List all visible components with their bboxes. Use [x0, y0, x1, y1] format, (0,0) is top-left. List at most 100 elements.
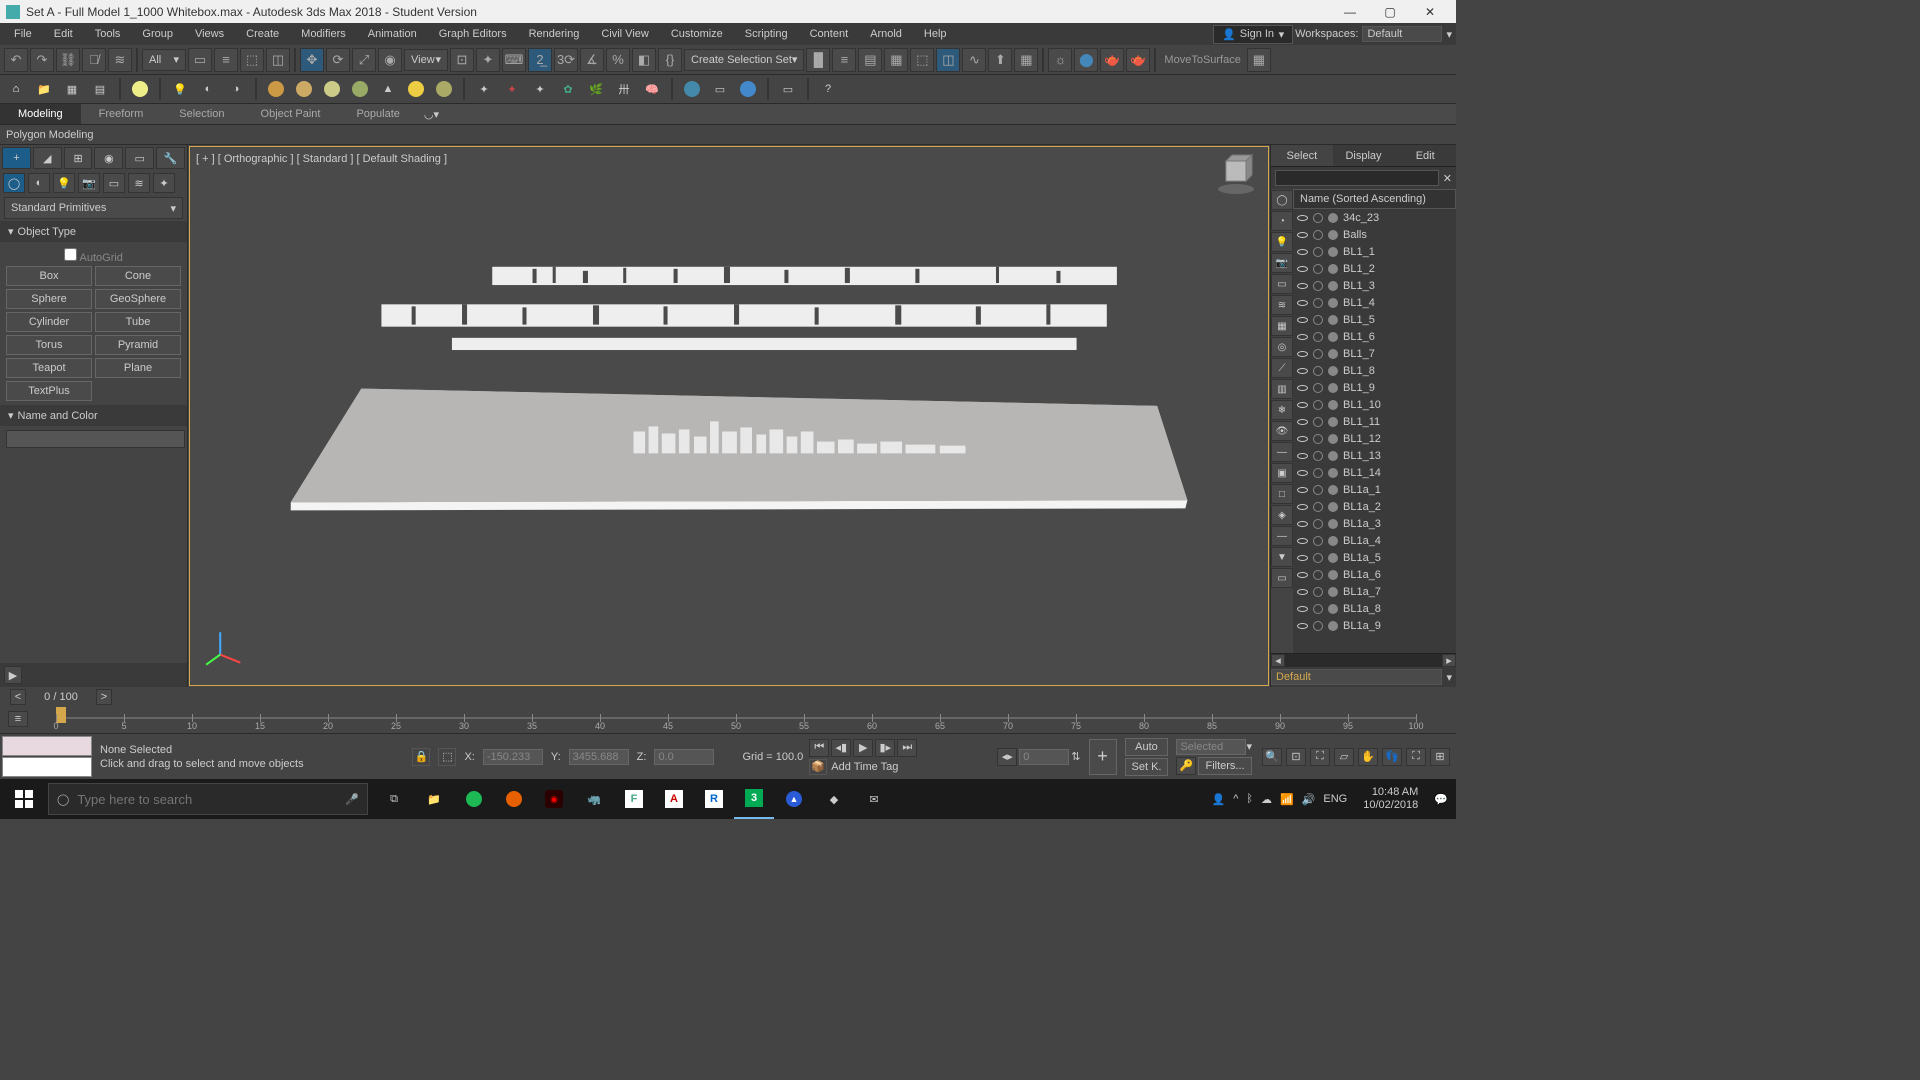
- freeze-icon[interactable]: [1313, 332, 1323, 342]
- redo-button[interactable]: ↷: [30, 48, 54, 72]
- hierarchy-tab[interactable]: ⊞: [64, 147, 93, 169]
- coord-y-input[interactable]: [569, 749, 629, 765]
- material-editor-button[interactable]: ∿: [962, 48, 986, 72]
- zoom-extents-button[interactable]: ⊡: [1286, 748, 1306, 766]
- object-name-input[interactable]: [6, 430, 185, 448]
- scene-item[interactable]: BL1_6: [1293, 328, 1456, 345]
- scene-item[interactable]: BL1_4: [1293, 294, 1456, 311]
- chevron-down-icon[interactable]: ▾: [1442, 671, 1456, 684]
- category-helpers[interactable]: ▭: [103, 173, 125, 193]
- notifications-icon[interactable]: 💬: [1434, 793, 1448, 806]
- object-type-rollout-header[interactable]: ▾ Object Type: [0, 221, 187, 242]
- freeze-icon[interactable]: [1313, 315, 1323, 325]
- taskbar-unity[interactable]: ◆: [814, 779, 854, 819]
- curve-editor-button[interactable]: ⬚: [910, 48, 934, 72]
- set-key-big-button[interactable]: +: [1089, 739, 1117, 775]
- menu-arnold[interactable]: Arnold: [860, 25, 912, 43]
- helper-quad[interactable]: [264, 77, 288, 101]
- add-time-tag[interactable]: Add Time Tag: [831, 761, 898, 773]
- menu-civil-view[interactable]: Civil View: [591, 25, 658, 43]
- time-tag-icon[interactable]: 📦: [809, 759, 827, 775]
- workspaces-dropdown[interactable]: [1362, 26, 1442, 42]
- category-warps[interactable]: ≋: [128, 173, 150, 193]
- next-frame-button[interactable]: ▮▸: [875, 739, 895, 757]
- visibility-icon[interactable]: [1297, 538, 1308, 544]
- particle-spray[interactable]: ✦: [472, 77, 496, 101]
- panel-collapse-button[interactable]: ▶: [4, 666, 22, 684]
- align-button[interactable]: ≡: [832, 48, 856, 72]
- helper-pyramid[interactable]: ▲: [376, 77, 400, 101]
- table-button[interactable]: ▦: [60, 77, 84, 101]
- visibility-icon[interactable]: [1297, 470, 1308, 476]
- button-tube[interactable]: Tube: [95, 312, 181, 332]
- freeze-icon[interactable]: [1313, 366, 1323, 376]
- bind-button[interactable]: ≋: [108, 48, 132, 72]
- button-sphere[interactable]: Sphere: [6, 289, 92, 309]
- category-shapes[interactable]: ◐: [28, 173, 50, 193]
- scene-item[interactable]: BL1a_1: [1293, 481, 1456, 498]
- filter-hidden[interactable]: 👁: [1271, 421, 1293, 441]
- scene-item[interactable]: BL1_11: [1293, 413, 1456, 430]
- ribbon-object-paint[interactable]: Object Paint: [243, 104, 339, 124]
- scene-item[interactable]: BL1_1: [1293, 243, 1456, 260]
- visibility-icon[interactable]: [1297, 555, 1308, 561]
- frame-next-button[interactable]: >: [96, 689, 112, 705]
- close-button[interactable]: ✕: [1410, 0, 1450, 23]
- scene-item[interactable]: 34c_23: [1293, 209, 1456, 226]
- scene-item[interactable]: BL1a_7: [1293, 583, 1456, 600]
- visibility-icon[interactable]: [1297, 215, 1308, 221]
- create-tab[interactable]: +: [2, 147, 31, 169]
- onedrive-icon[interactable]: ☁: [1261, 793, 1272, 806]
- visibility-icon[interactable]: [1297, 402, 1308, 408]
- menu-group[interactable]: Group: [132, 25, 183, 43]
- freeze-icon[interactable]: [1313, 604, 1323, 614]
- category-systems[interactable]: ✦: [153, 173, 175, 193]
- freeze-icon[interactable]: [1313, 570, 1323, 580]
- select-by-name-button[interactable]: ≡: [214, 48, 238, 72]
- freeze-icon[interactable]: [1313, 417, 1323, 427]
- orbit-button[interactable]: ✋: [1358, 748, 1378, 766]
- visibility-icon[interactable]: [1297, 572, 1308, 578]
- visibility-icon[interactable]: [1297, 249, 1308, 255]
- snap-angle-button[interactable]: 3⟳: [554, 48, 578, 72]
- lock-selection-icon[interactable]: 🔒: [412, 748, 430, 766]
- motion-tab[interactable]: ◉: [94, 147, 123, 169]
- visibility-icon[interactable]: [1297, 266, 1308, 272]
- timeline[interactable]: 0510152025303540455055606570758085909510…: [56, 707, 1416, 729]
- scene-item[interactable]: BL1a_9: [1293, 617, 1456, 634]
- bluetooth-icon[interactable]: ᛒ: [1246, 793, 1253, 805]
- button-plane[interactable]: Plane: [95, 358, 181, 378]
- freeze-icon[interactable]: [1313, 213, 1323, 223]
- keyboard-shortcut-button[interactable]: ⌨: [502, 48, 526, 72]
- freeze-icon[interactable]: [1313, 230, 1323, 240]
- ribbon-populate[interactable]: Populate: [338, 104, 417, 124]
- prev-frame-button[interactable]: ◂▮: [831, 739, 851, 757]
- filter-helpers[interactable]: ▭: [1271, 274, 1293, 294]
- scene-explorer-search-input[interactable]: [1275, 170, 1439, 186]
- set-key-button[interactable]: Set K.: [1125, 758, 1169, 776]
- spot-light-icon[interactable]: ◐: [196, 77, 220, 101]
- freeze-icon[interactable]: [1313, 468, 1323, 478]
- edit-named-sets-button[interactable]: {}: [658, 48, 682, 72]
- button-box[interactable]: Box: [6, 266, 92, 286]
- taskbar-search[interactable]: ◯ 🎤: [48, 783, 368, 815]
- freeze-icon[interactable]: [1313, 281, 1323, 291]
- key-filters-icon[interactable]: 🔑: [1176, 757, 1196, 775]
- freeze-icon[interactable]: [1313, 621, 1323, 631]
- spinner-snap-button[interactable]: %: [606, 48, 630, 72]
- globe-icon[interactable]: [680, 77, 704, 101]
- sun-icon[interactable]: [404, 77, 428, 101]
- visibility-icon[interactable]: [1297, 436, 1308, 442]
- display-tab[interactable]: ▭: [125, 147, 154, 169]
- freeze-icon[interactable]: [1313, 264, 1323, 274]
- taskbar-formit[interactable]: F: [614, 779, 654, 819]
- tray-expand-icon[interactable]: ^: [1233, 793, 1238, 805]
- absolute-mode-icon[interactable]: ⬚: [438, 748, 456, 766]
- viewport[interactable]: [ + ] [ Orthographic ] [ Standard ] [ De…: [189, 146, 1269, 686]
- ref-coord-dropdown[interactable]: View▾: [404, 49, 448, 71]
- taskbar-clock[interactable]: 10:48 AM10/02/2018: [1355, 786, 1426, 812]
- filter-layer[interactable]: ▭: [1271, 568, 1293, 588]
- visibility-icon[interactable]: [1297, 368, 1308, 374]
- fov-button[interactable]: ▱: [1334, 748, 1354, 766]
- visibility-icon[interactable]: [1297, 623, 1308, 629]
